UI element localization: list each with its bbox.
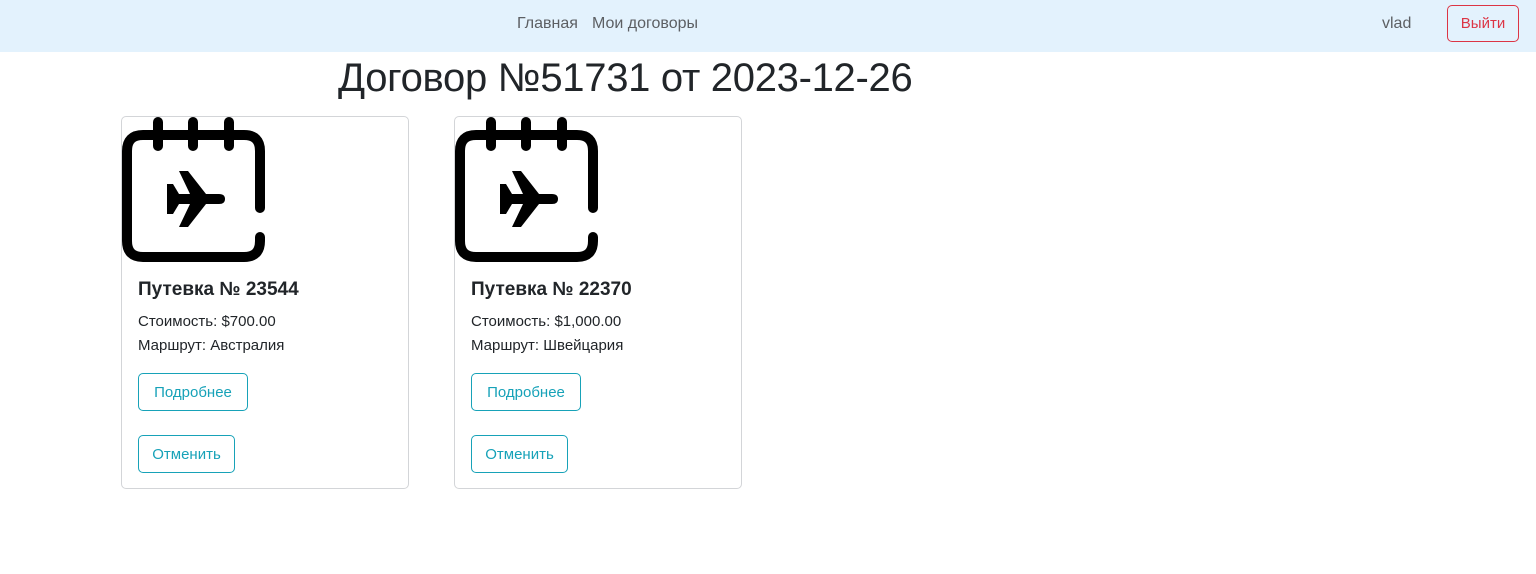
nav-link-my-contracts[interactable]: Мои договоры bbox=[592, 15, 698, 33]
nav-link-home[interactable]: Главная bbox=[517, 15, 578, 33]
details-button[interactable]: Подробнее bbox=[471, 373, 581, 411]
card-title: Путевка № 23544 bbox=[138, 279, 299, 300]
route-line: Маршрут: Австралия bbox=[138, 337, 284, 354]
logout-button[interactable]: Выйти bbox=[1447, 5, 1519, 42]
price-value: $700.00 bbox=[221, 313, 276, 330]
details-button[interactable]: Подробнее bbox=[138, 373, 248, 411]
route-label: Маршрут: bbox=[471, 337, 540, 354]
price-line: Стоимость: $1,000.00 bbox=[471, 313, 621, 330]
price-value: $1,000.00 bbox=[554, 313, 622, 330]
calendar-plane-icon bbox=[455, 117, 598, 262]
route-value: Швейцария bbox=[543, 337, 624, 354]
navbar: Главная Мои договоры vlad Выйти bbox=[0, 0, 1536, 52]
card-title: Путевка № 22370 bbox=[471, 279, 632, 300]
calendar-plane-icon bbox=[122, 117, 265, 262]
price-line: Стоимость: $700.00 bbox=[138, 313, 276, 330]
route-line: Маршрут: Швейцария bbox=[471, 337, 623, 354]
voucher-card: Путевка № 23544 Стоимость: $700.00 Маршр… bbox=[121, 116, 409, 489]
cancel-button[interactable]: Отменить bbox=[471, 435, 568, 473]
page-title: Договор №51731 от 2023-12-26 bbox=[338, 56, 913, 100]
route-label: Маршрут: bbox=[138, 337, 207, 354]
price-label: Стоимость: bbox=[471, 313, 551, 330]
cancel-button[interactable]: Отменить bbox=[138, 435, 235, 473]
price-label: Стоимость: bbox=[138, 313, 218, 330]
route-value: Австралия bbox=[210, 337, 285, 354]
voucher-card: Путевка № 22370 Стоимость: $1,000.00 Мар… bbox=[454, 116, 742, 489]
username-label: vlad bbox=[1382, 15, 1412, 32]
